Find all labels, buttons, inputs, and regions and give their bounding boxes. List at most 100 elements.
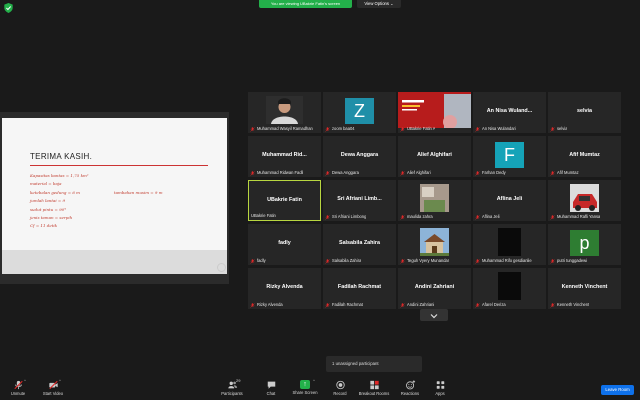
chat-label: Chat (266, 391, 276, 396)
participant-display-name: Fadilah Rachmat (337, 284, 382, 290)
viewing-screen-banner: You are viewing UBakrie Fatin's screen (259, 0, 352, 8)
caret-up-icon[interactable]: ^ (59, 378, 61, 383)
participant-display-name: Muhammad Rid... (262, 152, 307, 158)
apps-label: Apps (435, 391, 445, 396)
participant-tile[interactable]: Muhammad Rafli Yansa (548, 180, 621, 221)
participant-display-name: Kenneth Vinchent (561, 284, 608, 290)
participant-tile[interactable]: Alief Alghifari Alief Alghifari (398, 136, 471, 177)
participant-tile[interactable]: Salsabila Zahira Salsabila Zahira (323, 224, 396, 265)
participant-tile[interactable]: F Farhan Dedy (473, 136, 546, 177)
participant-display-name: Andini Zahriani (414, 284, 455, 290)
record-icon (335, 380, 345, 390)
participant-display-name: Dewa Anggara (340, 152, 379, 158)
participants-count: 29 (236, 378, 241, 383)
view-options-button[interactable]: View Options ⌄ (357, 0, 401, 8)
participant-name-label: Andini Zahriani (407, 302, 435, 307)
chat-button[interactable]: Chat (262, 380, 280, 396)
apps-icon (436, 381, 444, 389)
participant-tile[interactable]: Muhammad Rifo gesdianlie (473, 224, 546, 265)
participant-tile[interactable]: Muhammad Rid... Muhammad Ridwan Fadli (248, 136, 321, 177)
participant-name-label: Afarel Deriza (482, 302, 506, 307)
apps-button[interactable]: Apps (431, 380, 449, 396)
participant-tile[interactable]: Aflina Jeli Aflina Jeli (473, 180, 546, 221)
slide-note-right: tambahan musim = 9 m (114, 190, 163, 195)
slide-note: material = baja (30, 181, 62, 186)
unassigned-participant-notice[interactable]: 1 unassigned participant (326, 356, 422, 372)
participant-display-name: Aflina Jeli (496, 196, 523, 202)
participant-tile[interactable]: Afarel Deriza (473, 268, 546, 309)
participant-name-label: Salsabila Zahira (332, 258, 362, 263)
share-screen-label: Share Screen (292, 390, 318, 395)
slide-note: jenis taman = serpih (30, 215, 73, 220)
share-screen-button[interactable]: ↑ Share Screen (290, 380, 320, 395)
participant-tile[interactable]: Andini Zahriani Andini Zahriani (398, 268, 471, 309)
participant-display-name: fadly (278, 240, 291, 246)
record-button[interactable]: Record (329, 380, 351, 396)
participant-name-label: Muhammad Ridwan Fadli (257, 170, 304, 175)
participant-name-label: maulida zahra (407, 214, 433, 219)
participant-tile[interactable]: maulida zahra (398, 180, 471, 221)
participant-tile[interactable]: Dewa Anggara Dewa Anggara (323, 136, 396, 177)
participants-button[interactable]: 29 Participants (219, 378, 245, 396)
participant-tile[interactable]: Kenneth Vinchent Kenneth Vinchent (548, 268, 621, 309)
slide-note: sudut pintu = 90° (30, 207, 67, 212)
participant-name-label: Dewa Anggara (332, 170, 359, 175)
participant-display-name: An Nisa Wuland... (486, 108, 533, 114)
screen-control-icon[interactable] (217, 263, 226, 272)
participant-tile[interactable]: Rizky Alvenda Rizky Alvenda (248, 268, 321, 309)
slide-title: TERIMA KASIH. (30, 152, 93, 161)
unmute-button[interactable]: Unmute (6, 380, 30, 396)
participant-display-name: Rizky Alvenda (266, 284, 303, 290)
participant-photo (498, 228, 521, 256)
shield-icon[interactable] (4, 3, 13, 13)
start-video-button[interactable]: Start Video (40, 380, 66, 396)
participant-display-name: Salsabila Zahira (338, 240, 381, 246)
leave-room-button[interactable]: Leave Room (601, 385, 634, 395)
participant-display-name: Alief Alghifari (417, 152, 452, 158)
participant-video (266, 96, 303, 124)
caret-up-icon[interactable]: ^ (24, 378, 26, 383)
participant-tile[interactable]: UBakrie Fatin A (398, 92, 471, 133)
participant-tile[interactable]: Teguh Vyery Munandar (398, 224, 471, 265)
slide-note: jumlah lantai = 9 (30, 198, 66, 203)
participant-name-label: Kenneth Vinchent (557, 302, 590, 307)
participant-name-label: putri tunggadewi (557, 258, 588, 263)
participant-name-label: UBakrie Fatin (251, 213, 276, 218)
slide-note: Kapasitas bantas = 1,75 km² (30, 173, 89, 178)
caret-up-icon[interactable]: ^ (313, 378, 315, 383)
university-banner-image (398, 92, 471, 128)
participant-name-label: Rizky Alvenda (257, 302, 283, 307)
participant-tile[interactable]: UBakrie Fatin UBakrie Fatin (248, 180, 321, 221)
participant-tile[interactable]: Sri Afriani Limb... Sri Afriani Limbong (323, 180, 396, 221)
participant-tile[interactable]: Fadilah Rachmat Fadilah Rachmat (323, 268, 396, 309)
slide-title-underline (30, 165, 208, 166)
breakout-rooms-button[interactable]: Breakout Rooms (356, 380, 392, 396)
participant-name-label: Sri Afriani Limbong (332, 214, 367, 219)
participant-name-label: Teguh Vyery Munandar (407, 258, 450, 263)
participant-tile[interactable]: Muhammad Wasyil Ramadhan (248, 92, 321, 133)
gallery-scroll-down-button[interactable] (420, 309, 448, 321)
participant-tile[interactable]: fadly fadly (248, 224, 321, 265)
participant-name-label: Muhammad Rifo gesdianlie (482, 258, 532, 263)
participant-display-name: UBakrie Fatin (267, 197, 302, 203)
unmute-label: Unmute (10, 391, 26, 396)
participant-tile[interactable]: selvia selvia (548, 92, 621, 133)
participant-name-label: Fadilah Rachmat (332, 302, 363, 307)
video-off-icon (48, 380, 58, 390)
reactions-button[interactable]: Reactions (398, 380, 422, 396)
zoom-meeting-window: You are viewing UBakrie Fatin's screen V… (0, 0, 640, 400)
chat-icon (267, 381, 275, 389)
participant-tile[interactable]: Zzoom baa04 (323, 92, 396, 133)
participant-photo (570, 184, 599, 212)
participant-name-label: An Nisa Wulandari (482, 126, 516, 131)
participant-display-name: Sri Afriani Limb... (337, 196, 382, 202)
participants-label: Participants (221, 391, 243, 396)
slide-note: Cf = 11 detik (30, 223, 58, 228)
chevron-down-icon (430, 314, 438, 319)
participant-tile[interactable]: p putri tunggadewi (548, 224, 621, 265)
participant-tile[interactable]: Afif Mumtaz Afif Mumtaz (548, 136, 621, 177)
slide-note: ketebalan gedung = 6 m (30, 190, 80, 195)
reactions-label: Reactions (400, 391, 420, 396)
participant-tile[interactable]: An Nisa Wuland... An Nisa Wulandari (473, 92, 546, 133)
participant-name-label: selvia (557, 126, 568, 131)
